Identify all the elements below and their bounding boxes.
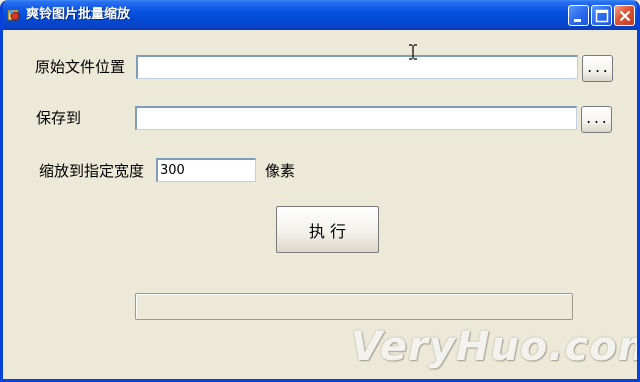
save-path-input[interactable] <box>135 106 577 130</box>
close-button[interactable] <box>614 5 635 26</box>
source-path-input[interactable] <box>136 55 578 79</box>
watermark: VeryHuo.com <box>351 324 640 370</box>
close-icon <box>619 10 631 22</box>
text-cursor-icon <box>409 44 417 60</box>
maximize-icon <box>595 9 609 23</box>
source-path-label: 原始文件位置 <box>35 58 126 76</box>
resize-width-unit: 像素 <box>265 162 296 180</box>
save-path-label: 保存到 <box>36 109 82 127</box>
resize-width-input[interactable] <box>156 158 256 182</box>
maximize-button[interactable] <box>591 5 612 26</box>
save-browse-button[interactable]: ... <box>581 106 612 133</box>
execute-button[interactable]: 执 行 <box>276 206 379 253</box>
resize-width-label: 缩放到指定宽度 <box>39 162 145 180</box>
progress-bar <box>135 293 573 320</box>
app-icon <box>7 9 20 21</box>
source-browse-button[interactable]: ... <box>582 55 613 82</box>
app-window: 爽铃图片批量缩放 原始文件位置 ... 保存到 ... 缩放到指定宽度 像素 执 <box>0 0 640 382</box>
minimize-button[interactable] <box>568 5 589 26</box>
window-title: 爽铃图片批量缩放 <box>26 7 131 22</box>
title-bar[interactable]: 爽铃图片批量缩放 <box>3 0 637 30</box>
minimize-icon <box>574 19 581 22</box>
